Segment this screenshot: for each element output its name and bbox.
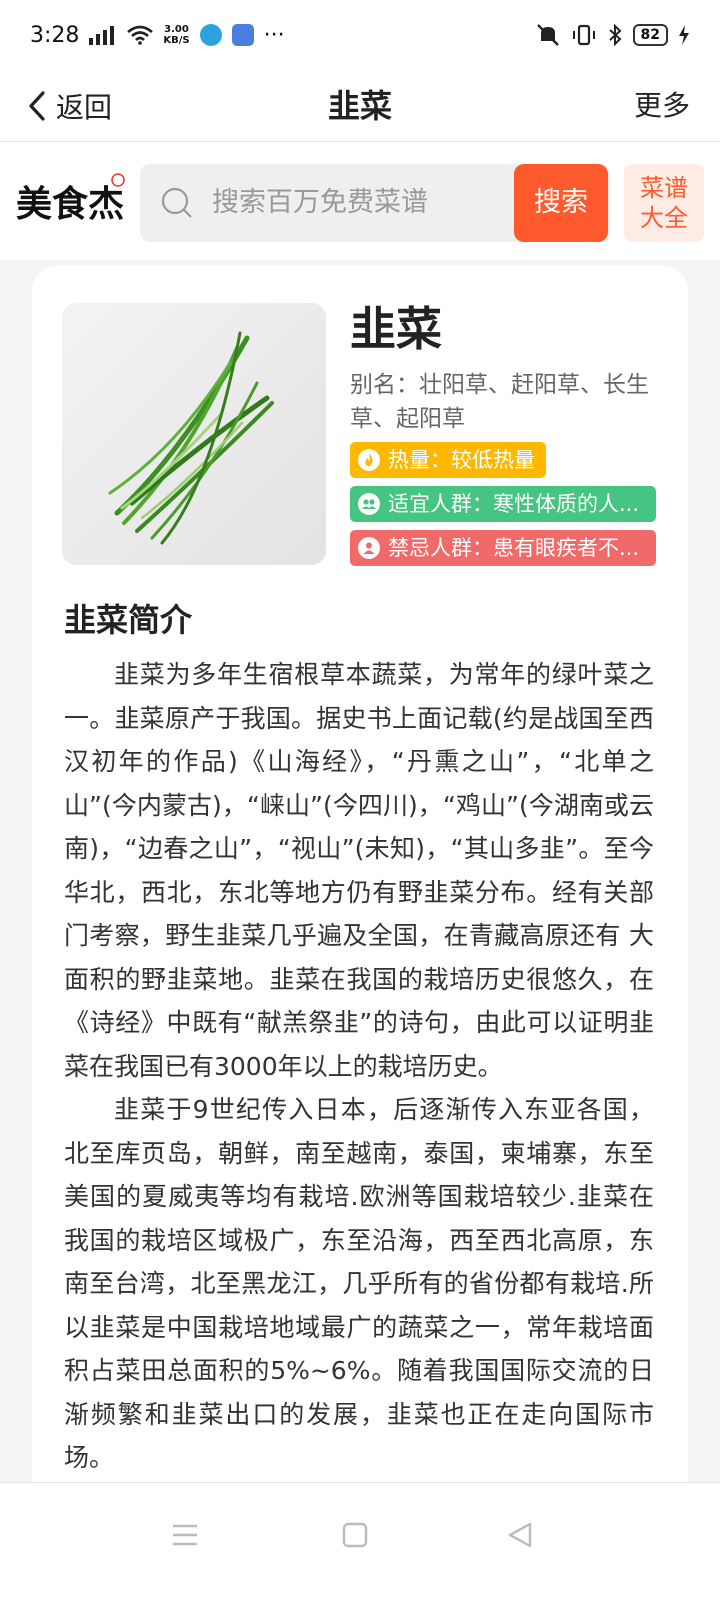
nav-bar: 返回 韭菜 更多 bbox=[0, 70, 720, 142]
telegram-icon bbox=[199, 24, 222, 46]
intro-title: 韭菜简介 bbox=[64, 601, 193, 639]
food-image bbox=[62, 303, 326, 565]
more-button[interactable]: 更多 bbox=[634, 70, 690, 142]
search-placeholder: 搜索百万免费菜谱 bbox=[212, 187, 428, 218]
avoid-people-label: 禁忌人群：患有眼疾者不... bbox=[388, 536, 640, 560]
intro-text: 韭菜为多年生宿根草本蔬菜，为常年的绿叶菜之一。韭菜原产于我国。据史书上面记载(约… bbox=[64, 653, 654, 1480]
meishijie-logo[interactable]: 美食杰 bbox=[14, 170, 126, 230]
calorie-label: 热量：较低热量 bbox=[388, 448, 535, 472]
network-speed: 3.00 KB/S bbox=[163, 24, 189, 46]
suitable-people-tag[interactable]: 适宜人群：寒性体质的人... bbox=[350, 486, 656, 522]
calorie-tag[interactable]: 热量：较低热量 bbox=[350, 442, 546, 478]
recipes-label-line1: 菜谱 bbox=[640, 174, 688, 202]
food-name: 韭菜 bbox=[350, 302, 442, 356]
system-navigation-bar bbox=[0, 1482, 720, 1601]
food-alias: 别名：壮阳草、赶阳草、长生草、起阳草 bbox=[350, 372, 649, 432]
chives-illustration bbox=[108, 331, 274, 545]
intro-paragraph-1: 韭菜为多年生宿根草本蔬菜，为常年的绿叶菜之一。韭菜原产于我国。据史书上面记载(约… bbox=[64, 660, 654, 1081]
search-button[interactable]: 搜索 bbox=[514, 164, 608, 242]
flame-icon bbox=[358, 449, 380, 471]
charging-icon bbox=[679, 25, 689, 45]
food-info-card: 韭菜 别名：壮阳草、赶阳草、长生草、起阳草 热量：较低热量 适宜人群：寒性体质的… bbox=[32, 265, 688, 1525]
more-notifications-icon: ··· bbox=[263, 22, 285, 48]
logo-text: 美食杰 bbox=[16, 183, 124, 225]
status-bar: 3:28 3.00 KB/S ··· 82 bbox=[0, 0, 720, 70]
vibrate-icon bbox=[572, 24, 595, 46]
page-title: 韭菜 bbox=[327, 87, 392, 125]
status-left: 3:28 3.00 KB/S ··· bbox=[30, 23, 285, 48]
recipes-label-line2: 大全 bbox=[640, 204, 688, 232]
back-triangle-icon[interactable] bbox=[506, 1521, 534, 1549]
battery-level: 82 bbox=[632, 24, 668, 46]
speed-value: 3.00 bbox=[164, 24, 189, 35]
status-time: 3:28 bbox=[30, 22, 80, 48]
people-icon bbox=[358, 493, 380, 515]
signal-icon bbox=[89, 26, 115, 45]
app-notification-icon bbox=[231, 24, 254, 46]
search-icon bbox=[161, 187, 192, 218]
intro-paragraph-2: 韭菜于9世纪传入日本，后逐渐传入东亚各国，北至库页岛，朝鲜，南至越南，泰国，柬埔… bbox=[64, 1095, 654, 1472]
suitable-people-label: 适宜人群：寒性体质的人... bbox=[388, 492, 640, 516]
status-right: 82 bbox=[535, 23, 690, 47]
recipe-collection-button[interactable]: 菜谱 大全 bbox=[624, 164, 704, 242]
home-icon[interactable] bbox=[341, 1521, 369, 1549]
search-row: 美食杰 搜索百万免费菜谱 搜索 菜谱 大全 bbox=[0, 142, 720, 260]
wifi-icon bbox=[127, 25, 154, 45]
mute-icon bbox=[536, 24, 559, 46]
avoid-people-tag[interactable]: 禁忌人群：患有眼疾者不... bbox=[350, 530, 656, 566]
menu-icon[interactable] bbox=[170, 1521, 200, 1549]
person-restricted-icon bbox=[358, 537, 380, 559]
speed-unit: KB/S bbox=[163, 35, 190, 46]
bluetooth-icon bbox=[608, 23, 621, 47]
